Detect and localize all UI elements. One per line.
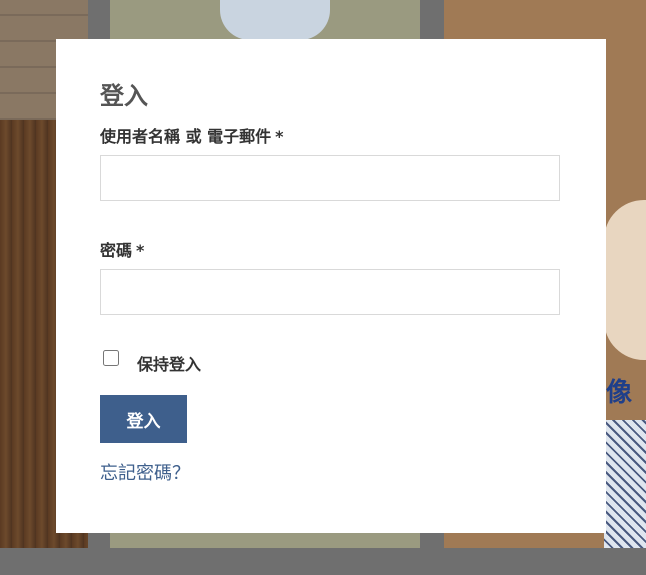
login-title: 登入 xyxy=(100,82,148,110)
password-label-text: 密碼 xyxy=(100,241,133,260)
password-label: 密碼 * xyxy=(100,237,144,261)
username-label: 使用者名稱 或 電子郵件 * xyxy=(100,123,284,147)
password-required-mark: * xyxy=(136,241,145,260)
background-bottle xyxy=(220,0,330,40)
background-partial-text: 像 xyxy=(606,378,633,408)
remember-me-label[interactable]: 保持登入 xyxy=(137,351,201,375)
password-input[interactable] xyxy=(100,269,560,315)
username-required-mark: * xyxy=(275,127,284,146)
remember-me-checkbox[interactable] xyxy=(103,350,119,366)
background-striped-shirt xyxy=(604,420,646,548)
username-input[interactable] xyxy=(100,155,560,201)
login-submit-button[interactable]: 登入 xyxy=(100,395,187,443)
username-label-text: 使用者名稱 或 電子郵件 xyxy=(100,127,272,146)
background-character-face xyxy=(604,200,646,360)
background-bottom-strip xyxy=(0,548,646,575)
forgot-password-link[interactable]: 忘記密碼？ xyxy=(100,459,190,485)
login-modal: 登入 使用者名稱 或 電子郵件 * 密碼 * 保持登入 登入 忘記密碼？ xyxy=(56,39,606,533)
